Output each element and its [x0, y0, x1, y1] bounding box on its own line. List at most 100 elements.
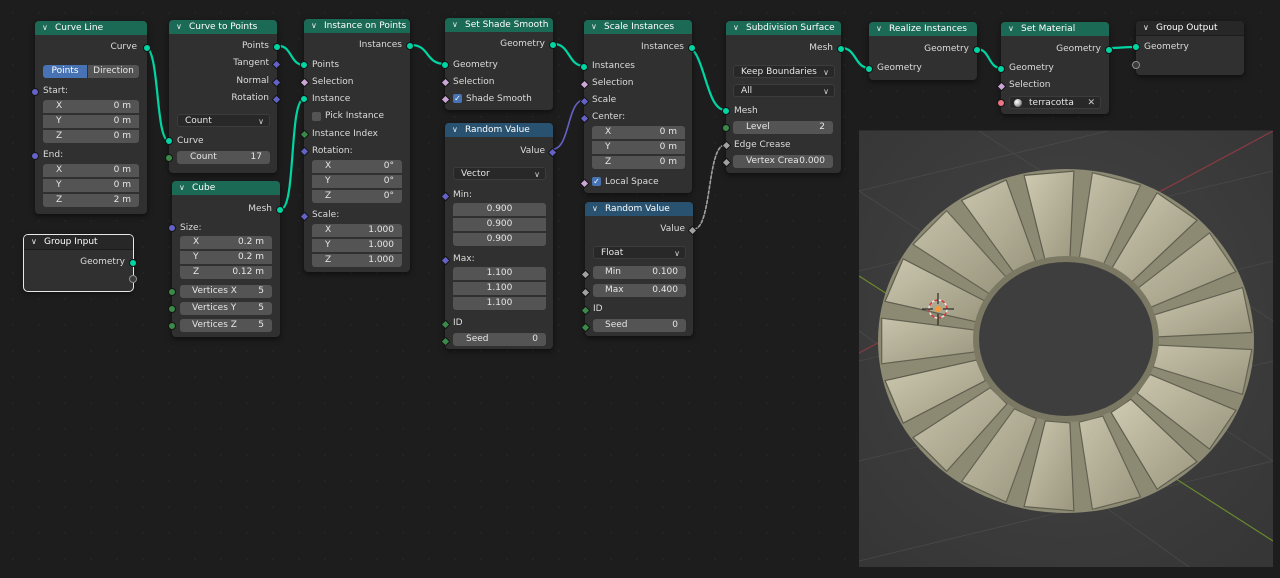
close-icon[interactable]: ✕ — [1087, 97, 1095, 110]
node-header[interactable]: ∨ Random Value — [445, 123, 553, 137]
collapse-chevron-icon[interactable]: ∨ — [452, 123, 458, 137]
count-field[interactable]: Count 17 — [177, 151, 270, 164]
count-input-socket[interactable] — [165, 154, 173, 162]
center-x-field[interactable]: X0 m — [592, 126, 685, 139]
collapse-chevron-icon[interactable]: ∨ — [31, 235, 37, 249]
subdivision-surface-node[interactable]: ∨ Subdivision Surface Mesh Keep Boundarie… — [721, 21, 845, 173]
size-x-field[interactable]: X 0.2 m — [180, 236, 272, 249]
instances-output-socket[interactable] — [406, 42, 414, 50]
end-z-field[interactable]: Z2 m — [43, 194, 139, 207]
node-header[interactable]: ∨ Curve to Points — [169, 20, 277, 34]
scale-x-field[interactable]: X 1.000 — [312, 224, 402, 237]
mesh-input-socket[interactable] — [722, 107, 730, 115]
node-header[interactable]: ∨ Cube — [172, 181, 280, 195]
geometry-input-socket[interactable] — [441, 61, 449, 69]
collapse-chevron-icon[interactable]: ∨ — [591, 20, 597, 34]
vertices-y-field[interactable]: Vertices Y5 — [180, 302, 272, 315]
collapse-chevron-icon[interactable]: ∨ — [1143, 21, 1149, 35]
uv-smooth-dropdown[interactable]: All ∨ — [733, 84, 835, 97]
cube-node[interactable]: ∨ Cube Mesh Size: X 0.2 m Y 0.2 m Z 0.12 m V… — [168, 181, 284, 337]
set-material-node[interactable]: ∨ Set Material Geometry Geometry Selectio… — [996, 22, 1113, 114]
vertices-z-socket[interactable] — [168, 322, 176, 330]
group-input-node[interactable]: ∨ Group Input Geometry — [23, 234, 137, 292]
max-x-field[interactable]: 1.100 — [453, 267, 546, 280]
3d-viewport[interactable] — [859, 130, 1273, 567]
vertices-y-socket[interactable] — [168, 305, 176, 313]
mode-direction-toggle[interactable]: Direction — [88, 65, 139, 78]
seed-field[interactable]: Seed 0 — [593, 319, 686, 332]
node-header[interactable]: ∨ Instance on Points — [304, 19, 410, 33]
rotation-y-field[interactable]: Y 0° — [312, 175, 402, 188]
scale-instances-node[interactable]: ∨ Scale Instances Instances Instances Sel… — [579, 20, 696, 193]
curve-to-points-node[interactable]: ∨ Curve to Points Points Tangent Normal R… — [165, 20, 282, 173]
rotation-z-field[interactable]: Z 0° — [312, 190, 402, 203]
data-type-dropdown[interactable]: Float ∨ — [593, 246, 686, 259]
min-z-field[interactable]: 0.900 — [453, 233, 546, 246]
vertices-x-field[interactable]: Vertices X5 — [180, 285, 272, 298]
start-z-field[interactable]: Z0 m — [43, 130, 139, 143]
start-y-field[interactable]: Y0 m — [43, 115, 139, 128]
geometry-input-socket[interactable] — [865, 65, 873, 73]
seed-field[interactable]: Seed 0 — [453, 333, 546, 346]
instances-output-socket[interactable] — [688, 44, 696, 52]
data-type-dropdown[interactable]: Vector ∨ — [453, 167, 546, 180]
max-y-field[interactable]: 1.100 — [453, 282, 546, 295]
collapse-chevron-icon[interactable]: ∨ — [311, 19, 317, 33]
pick-instance-checkbox[interactable] — [312, 112, 321, 121]
end-input-socket[interactable] — [31, 152, 39, 160]
boundary-smooth-dropdown[interactable]: Keep Boundaries ∨ — [733, 65, 835, 78]
size-y-field[interactable]: Y 0.2 m — [180, 251, 272, 264]
collapse-chevron-icon[interactable]: ∨ — [42, 21, 48, 35]
instances-input-socket[interactable] — [580, 63, 588, 71]
size-input-socket[interactable] — [168, 224, 176, 232]
set-shade-smooth-node[interactable]: ∨ Set Shade Smooth Geometry Geometry Sele… — [440, 18, 557, 110]
node-header[interactable]: ∨ Set Shade Smooth — [445, 18, 553, 32]
vertices-x-socket[interactable] — [168, 288, 176, 296]
mesh-output-socket[interactable] — [276, 206, 284, 214]
geometry-input-socket[interactable] — [1132, 43, 1140, 51]
random-value-vector-node[interactable]: ∨ Random Value Value Vector ∨ Min: 0.900 0… — [440, 123, 558, 349]
geometry-output-socket[interactable] — [549, 41, 557, 49]
mode-points-toggle[interactable]: Points — [43, 65, 87, 78]
level-input-socket[interactable] — [722, 124, 730, 132]
instance-on-points-node[interactable]: ∨ Instance on Points Instances Points Sel… — [299, 19, 414, 272]
empty-input-socket[interactable] — [1132, 61, 1140, 69]
node-header[interactable]: ∨ Group Input — [24, 235, 133, 250]
mode-dropdown[interactable]: Count ∨ — [177, 114, 270, 127]
node-header[interactable]: ∨ Scale Instances — [584, 20, 692, 34]
end-x-field[interactable]: X0 m — [43, 164, 139, 177]
random-value-float-node[interactable]: ∨ Random Value Value Float ∨ Min 0.100 Max 0… — [580, 202, 698, 336]
center-y-field[interactable]: Y0 m — [592, 141, 685, 154]
curve-output-socket[interactable] — [143, 44, 151, 52]
collapse-chevron-icon[interactable]: ∨ — [452, 18, 458, 32]
geometry-input-socket[interactable] — [997, 65, 1005, 73]
group-output-node[interactable]: ∨ Group Output Geometry — [1132, 21, 1244, 75]
scale-y-field[interactable]: Y 1.000 — [312, 239, 402, 252]
collapse-chevron-icon[interactable]: ∨ — [876, 22, 882, 36]
material-selector[interactable]: terracotta ✕ — [1009, 96, 1101, 109]
curve-input-socket[interactable] — [165, 137, 173, 145]
node-header[interactable]: ∨ Group Output — [1136, 21, 1244, 36]
start-input-socket[interactable] — [31, 88, 39, 96]
min-field[interactable]: Min 0.100 — [593, 266, 686, 279]
max-field[interactable]: Max 0.400 — [593, 284, 686, 297]
collapse-chevron-icon[interactable]: ∨ — [179, 181, 185, 195]
geometry-output-socket[interactable] — [973, 46, 981, 54]
instance-input-socket[interactable] — [300, 95, 308, 103]
local-space-checkbox[interactable]: ✓ — [592, 177, 601, 186]
node-header[interactable]: ∨ Subdivision Surface — [726, 21, 841, 35]
mesh-output-socket[interactable] — [837, 45, 845, 53]
level-field[interactable]: Level 2 — [733, 121, 833, 134]
collapse-chevron-icon[interactable]: ∨ — [176, 20, 182, 34]
collapse-chevron-icon[interactable]: ∨ — [733, 21, 739, 35]
vertices-z-field[interactable]: Vertices Z5 — [180, 319, 272, 332]
node-header[interactable]: ∨ Set Material — [1001, 22, 1109, 36]
vertex-crease-field[interactable]: Vertex Crea 0.000 — [733, 155, 833, 168]
size-z-field[interactable]: Z 0.12 m — [180, 266, 272, 279]
max-z-field[interactable]: 1.100 — [453, 297, 546, 310]
empty-output-socket[interactable] — [129, 275, 137, 283]
geometry-output-socket[interactable] — [129, 259, 137, 267]
points-output-socket[interactable] — [273, 43, 281, 51]
start-x-field[interactable]: X0 m — [43, 100, 139, 113]
shade-smooth-checkbox[interactable]: ✓ — [453, 94, 462, 103]
